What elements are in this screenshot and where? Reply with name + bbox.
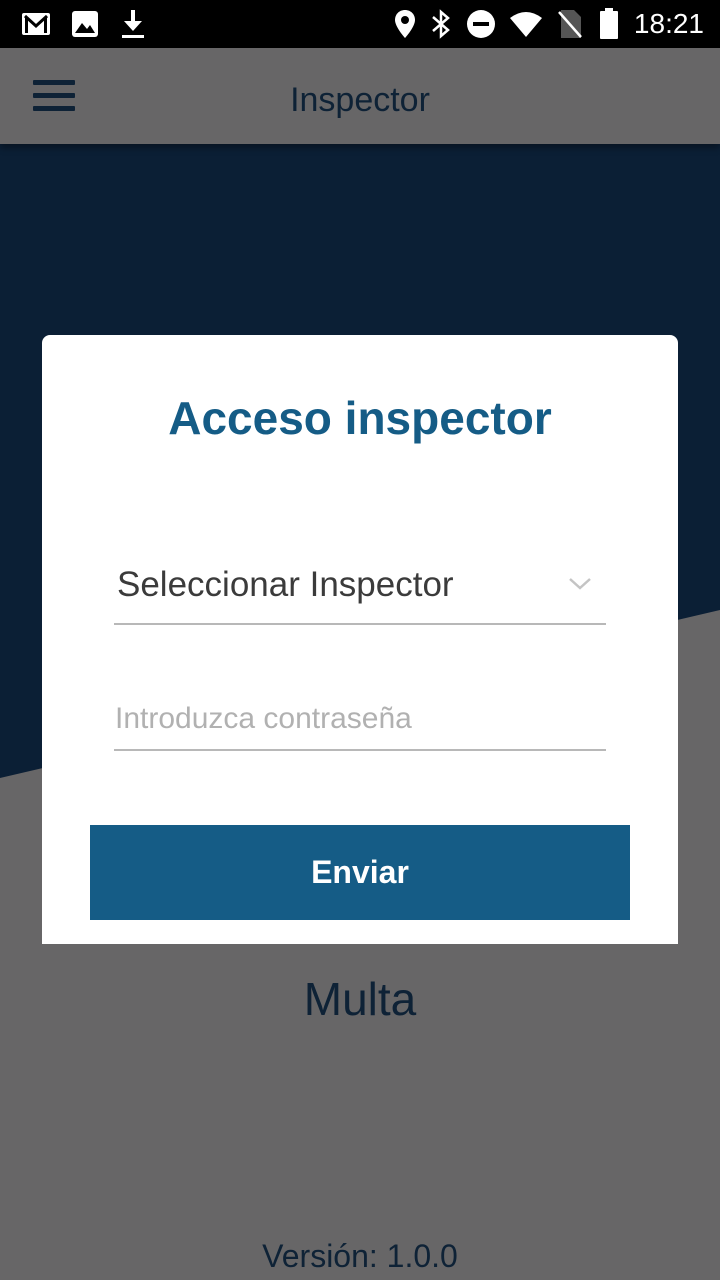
status-time: 18:21 xyxy=(633,8,704,39)
download-icon xyxy=(118,8,148,40)
do-not-disturb-icon xyxy=(465,8,497,40)
toolbar-title: Inspector xyxy=(290,81,430,119)
no-sim-icon xyxy=(556,8,584,40)
status-bar: 18:21 xyxy=(0,0,720,48)
battery-icon xyxy=(598,8,620,40)
app-name: Multa xyxy=(303,973,417,1025)
gmail-icon xyxy=(20,8,52,40)
image-icon xyxy=(70,8,100,40)
inspector-select-value: Seleccionar Inspector xyxy=(117,565,454,604)
submit-button[interactable]: Enviar xyxy=(90,825,630,920)
version-label: Versión: 1.0.0 xyxy=(262,1238,458,1274)
login-dialog: Acceso inspector Seleccionar Inspector E… xyxy=(42,335,678,944)
bluetooth-icon xyxy=(428,8,454,40)
wifi-icon xyxy=(508,8,544,40)
chevron-down-icon xyxy=(569,578,591,590)
dialog-title: Acceso inspector xyxy=(168,392,552,444)
app-toolbar: Inspector xyxy=(0,48,720,144)
inspector-select[interactable]: Seleccionar Inspector xyxy=(114,547,606,625)
location-icon xyxy=(392,8,418,40)
password-field[interactable] xyxy=(114,679,606,751)
